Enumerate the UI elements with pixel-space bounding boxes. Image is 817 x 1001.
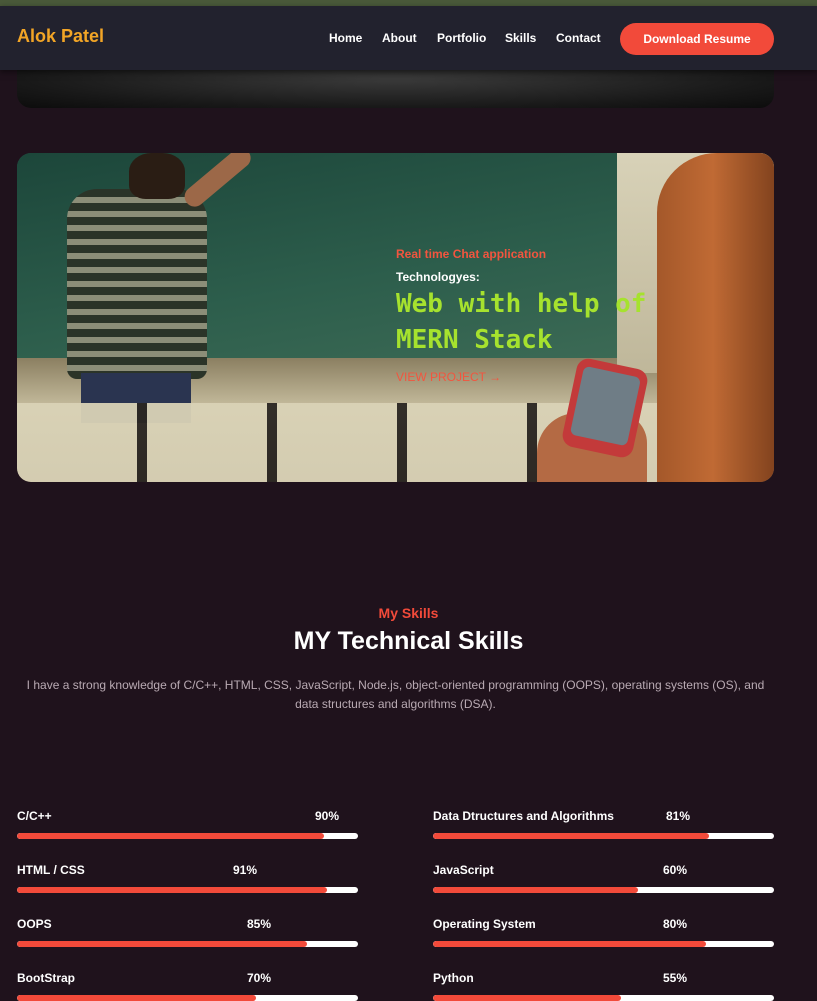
skill-percent: 91% <box>233 863 258 877</box>
project-title-line-2: MERN Stack <box>396 325 553 355</box>
skill-name: Data Dtructures and Algorithms <box>433 809 614 823</box>
skills-title: MY Technical Skills <box>293 627 524 655</box>
skill-item: Python 55% <box>433 971 774 1001</box>
skill-progress-fill <box>433 887 638 893</box>
project-tech-label: Technologyes: <box>396 270 480 284</box>
nav-skills[interactable]: Skills <box>505 31 536 45</box>
skill-progress-fill <box>433 995 621 1001</box>
skill-percent: 60% <box>663 863 688 877</box>
skill-progress-bar <box>433 941 774 947</box>
skill-percent: 80% <box>663 917 688 931</box>
nav-contact[interactable]: Contact <box>556 31 601 45</box>
skill-progress-bar <box>17 887 358 893</box>
skill-name: Operating System <box>433 917 536 931</box>
skill-progress-bar <box>17 995 358 1001</box>
nav-portfolio[interactable]: Portfolio <box>437 31 486 45</box>
skills-description: I have a strong knowledge of C/C++, HTML… <box>26 678 765 711</box>
skill-progress-bar <box>433 995 774 1001</box>
skill-item: Data Dtructures and Algorithms 81% <box>433 809 774 839</box>
skill-progress-fill <box>433 941 706 947</box>
skill-name: BootStrap <box>17 971 75 985</box>
skill-percent: 70% <box>247 971 272 985</box>
skill-percent: 90% <box>315 809 340 823</box>
skill-progress-fill <box>17 941 307 947</box>
skill-name: Python <box>433 971 474 985</box>
navbar: Alok Patel Home About Portfolio Skills C… <box>0 6 817 70</box>
skills-header: My Skills MY Technical Skills <box>0 605 817 656</box>
skill-percent: 55% <box>663 971 688 985</box>
skills-kicker: My Skills <box>378 605 439 621</box>
skill-item: OOPS 85% <box>17 917 358 947</box>
project-subtitle: Real time Chat application <box>396 247 547 261</box>
teacher-image <box>57 153 255 423</box>
download-resume-button[interactable]: Download Resume <box>620 23 774 55</box>
skill-progress-bar <box>17 941 358 947</box>
skill-item: BootStrap 70% <box>17 971 358 1001</box>
project-title-line-1: Web with help of <box>396 289 647 319</box>
skill-item: Operating System 80% <box>433 917 774 947</box>
view-project-link[interactable]: VIEW PROJECT → <box>396 370 501 384</box>
project-title: Web with help of MERN Stack <box>396 286 656 358</box>
skill-name: JavaScript <box>433 863 494 877</box>
skill-name: OOPS <box>17 917 52 931</box>
student-arm-image <box>657 153 774 482</box>
skill-name: HTML / CSS <box>17 863 85 877</box>
project-info: Real time Chat application Technologyes:… <box>396 247 656 386</box>
skill-progress-bar <box>433 833 774 839</box>
skill-percent: 85% <box>247 917 272 931</box>
skill-progress-fill <box>17 995 256 1001</box>
skill-progress-fill <box>433 833 710 839</box>
skill-percent: 81% <box>666 809 691 823</box>
nav-home[interactable]: Home <box>329 31 362 45</box>
nav-about[interactable]: About <box>382 31 417 45</box>
skill-item: JavaScript 60% <box>433 863 774 893</box>
skill-item: HTML / CSS 91% <box>17 863 358 893</box>
skill-progress-fill <box>17 887 328 893</box>
skill-name: C/C++ <box>17 809 52 823</box>
skill-progress-bar <box>433 887 774 893</box>
skill-item: C/C++ 90% <box>17 809 358 839</box>
skill-progress-fill <box>17 833 324 839</box>
skill-progress-bar <box>17 833 358 839</box>
